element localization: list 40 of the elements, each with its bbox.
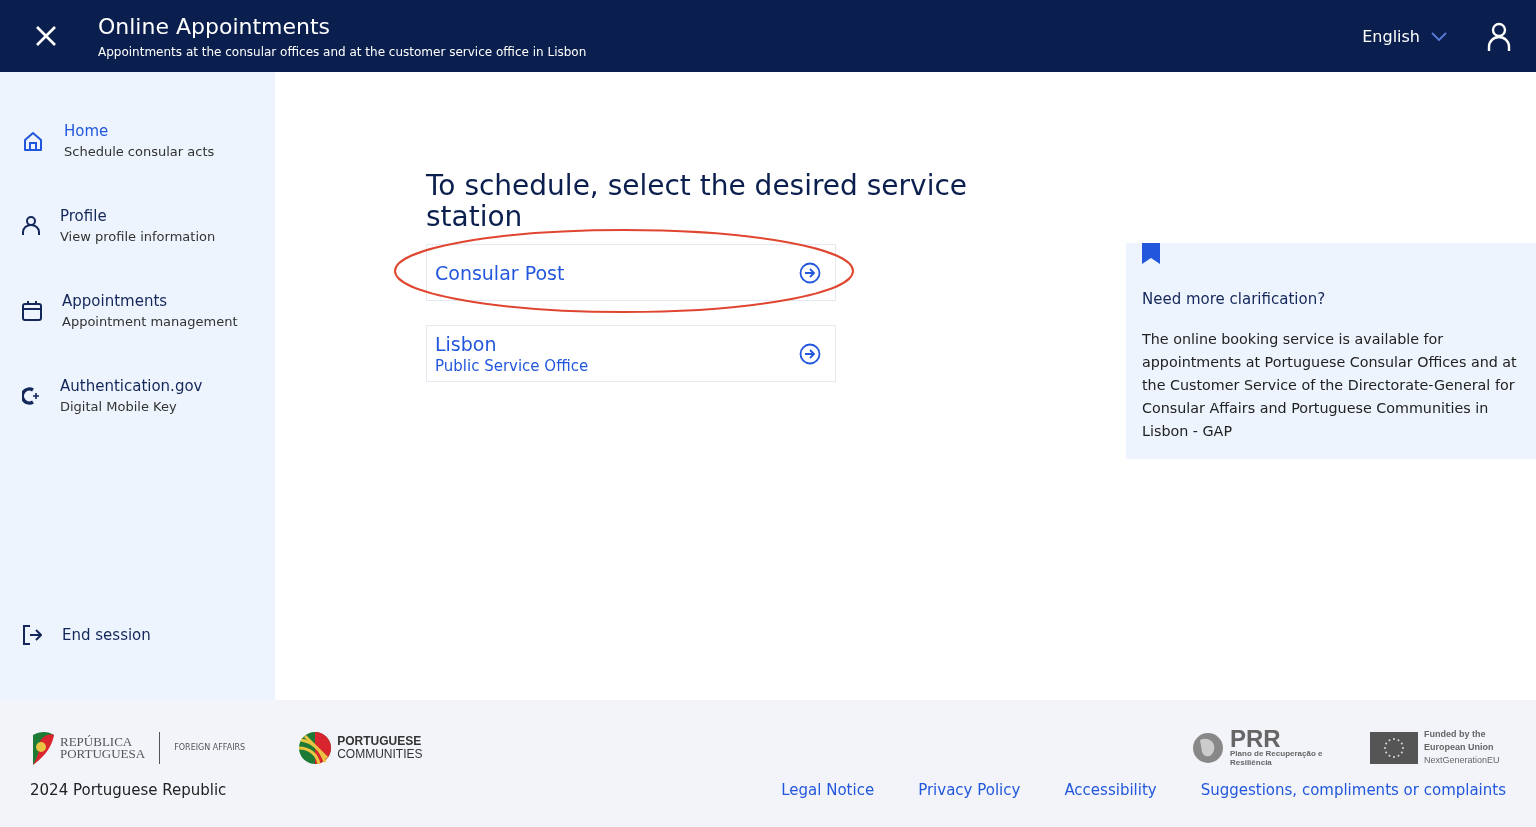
bookmark-icon [1142, 243, 1160, 264]
sidebar-item[interactable]: Profile View profile information [22, 183, 275, 268]
footer-link[interactable]: Privacy Policy [918, 781, 1021, 799]
end-session-link[interactable]: End session [22, 625, 275, 645]
service-option[interactable]: Lisbon Public Service Office [426, 325, 836, 382]
close-button[interactable] [34, 24, 58, 48]
arrow-circle-icon [799, 261, 821, 284]
page-heading: To schedule, select the desired service station [426, 170, 969, 232]
flag-emblem-icon [30, 730, 54, 765]
person-icon [22, 215, 40, 236]
eu-logo-text: Funded by the European Union NextGenerationEU [1424, 728, 1501, 767]
eu-flag-icon [1370, 731, 1418, 764]
communities-logo-text: PORTUGUESE COMMUNITIES [337, 734, 423, 761]
info-title: Need more clarification? [1142, 290, 1327, 308]
ministry-label: FOREIGN AFFAIRS [174, 743, 246, 752]
calendar-icon [22, 300, 42, 321]
sidebar-item[interactable]: Authentication.gov Digital Mobile Key [22, 353, 275, 438]
language-selector[interactable]: English [1362, 26, 1448, 46]
app-title: Online Appointments [98, 13, 332, 39]
app-subtitle: Appointments at the consular offices and at the customer service office in Lisbon [98, 44, 588, 59]
footer-link[interactable]: Suggestions, compliments or complaints [1200, 781, 1506, 799]
user-button[interactable] [1486, 20, 1512, 52]
home-icon [22, 129, 44, 152]
chevron-down-icon [1430, 30, 1448, 42]
sidebar-item[interactable]: Appointments Appointment management [22, 268, 275, 353]
sidebar-item[interactable]: Home Schedule consular acts [22, 98, 275, 183]
prr-logo-text: PRR Plano de Recuperação e Resiliência [1230, 728, 1324, 767]
footer-link[interactable]: Legal Notice [781, 781, 875, 799]
service-option[interactable]: Consular Post [426, 244, 836, 301]
crescent-icon [22, 386, 40, 405]
user-icon [1486, 20, 1512, 52]
info-text: The online booking service is available for appointments at Portuguese Consular Offices and at the Customer Service of the Directorate-General for Consular Affairs and Portuguese Communities in Lisbon - GAP [1142, 330, 1518, 441]
arrow-circle-icon [799, 342, 821, 365]
logout-icon [22, 625, 42, 645]
republic-logo-text: REPÚBLICA PORTUGUESA [60, 735, 146, 760]
footer-link[interactable]: Accessibility [1064, 781, 1157, 799]
close-icon [34, 24, 58, 48]
prr-emblem-icon [1192, 731, 1224, 764]
copyright-text: 2024 Portuguese Republic [30, 781, 228, 799]
globe-emblem-icon [299, 731, 332, 764]
